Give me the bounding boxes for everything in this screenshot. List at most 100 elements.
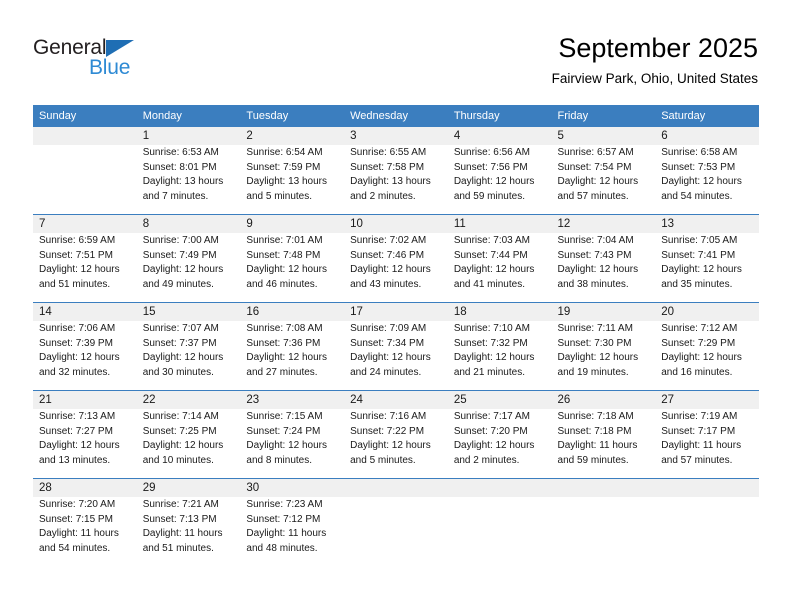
day-info-line: Sunset: 7:25 PM — [142, 425, 217, 437]
day-info: Sunrise: 7:03 AM Sunset: 7:44 PM Daylight:… — [447, 233, 552, 303]
day-number[interactable]: 11 — [447, 214, 552, 233]
day-info-line: Sunset: 7:43 PM — [557, 249, 632, 261]
day-info: Sunrise: 6:53 AM Sunset: 8:01 PM Daylight:… — [136, 145, 241, 215]
day-number[interactable]: 15 — [136, 302, 241, 321]
day-info-line: Sunset: 7:54 PM — [557, 161, 632, 173]
day-info-line: Sunset: 7:48 PM — [246, 249, 321, 261]
day-info-line: Sunrise: 7:20 AM — [39, 499, 116, 510]
week-daynumber-row: 28 29 30 — [33, 478, 759, 497]
day-info: Sunrise: 7:20 AM Sunset: 7:15 PM Daylight:… — [33, 497, 137, 566]
day-info-empty — [344, 497, 448, 566]
day-number[interactable]: 1 — [136, 127, 241, 145]
day-info-line: Sunrise: 6:55 AM — [350, 147, 427, 158]
day-number[interactable]: 30 — [240, 478, 345, 497]
day-info-line: Daylight: 12 hours — [246, 440, 328, 452]
day-info-line: and 59 minutes. — [557, 454, 629, 466]
day-info-empty — [655, 497, 759, 566]
day-number[interactable]: 19 — [551, 302, 656, 321]
day-number[interactable]: 22 — [136, 390, 241, 409]
calendar-body: 1 2 3 4 5 6 Sunrise: 6:53 AM Sunset: 8:01 PM Day… — [33, 127, 759, 566]
day-number[interactable]: 26 — [551, 390, 656, 409]
day-info-line: Sunset: 7:41 PM — [661, 249, 736, 261]
day-info-line: and 51 minutes. — [142, 542, 214, 554]
day-info-line: Sunset: 7:22 PM — [350, 425, 425, 437]
day-info-line: Sunset: 7:18 PM — [557, 425, 632, 437]
day-number[interactable]: 18 — [447, 302, 552, 321]
day-info-line: and 24 minutes. — [350, 366, 422, 378]
day-number[interactable]: 16 — [240, 302, 345, 321]
day-number[interactable]: 3 — [344, 127, 448, 145]
day-number[interactable]: 7 — [33, 214, 137, 233]
day-number[interactable]: 24 — [344, 390, 448, 409]
day-info-line: and 46 minutes. — [246, 278, 318, 290]
day-info-line: Daylight: 12 hours — [350, 352, 431, 364]
day-info-line: Sunrise: 7:16 AM — [350, 411, 427, 422]
day-number[interactable]: 29 — [136, 478, 241, 497]
day-info-line: Sunrise: 7:07 AM — [142, 323, 219, 334]
day-info-line: Daylight: 13 hours — [246, 176, 328, 188]
week-info-row: Sunrise: 6:59 AM Sunset: 7:51 PM Daylight:… — [33, 233, 759, 303]
day-number[interactable]: 17 — [344, 302, 448, 321]
column-header-saturday: Saturday — [655, 105, 759, 127]
day-info: Sunrise: 6:55 AM Sunset: 7:58 PM Daylight:… — [344, 145, 448, 215]
day-info: Sunrise: 7:05 AM Sunset: 7:41 PM Daylight:… — [655, 233, 759, 303]
day-info-line: Sunset: 8:01 PM — [142, 161, 217, 173]
day-info-line: Daylight: 12 hours — [557, 352, 639, 364]
day-info-line: Sunrise: 7:05 AM — [661, 235, 738, 246]
day-number[interactable]: 6 — [655, 127, 759, 145]
day-number[interactable]: 23 — [240, 390, 345, 409]
column-header-wednesday: Wednesday — [344, 105, 448, 127]
day-number[interactable]: 4 — [447, 127, 552, 145]
day-info-line: and 49 minutes. — [142, 278, 214, 290]
day-info: Sunrise: 6:56 AM Sunset: 7:56 PM Daylight:… — [447, 145, 552, 215]
day-info-line: Sunset: 7:17 PM — [661, 425, 736, 437]
column-header-monday: Monday — [136, 105, 241, 127]
day-number[interactable]: 28 — [33, 478, 137, 497]
day-info-line: and 8 minutes. — [246, 454, 313, 466]
day-number[interactable]: 25 — [447, 390, 552, 409]
day-info-line: Daylight: 13 hours — [142, 176, 224, 188]
day-info-line: Daylight: 12 hours — [453, 264, 535, 276]
day-info-line: Daylight: 12 hours — [39, 352, 120, 364]
day-number[interactable]: 21 — [33, 390, 137, 409]
day-info: Sunrise: 7:00 AM Sunset: 7:49 PM Daylight:… — [136, 233, 241, 303]
day-info-line: Sunrise: 7:04 AM — [557, 235, 634, 246]
day-info-line: and 54 minutes. — [661, 190, 733, 202]
day-info-line: and 43 minutes. — [350, 278, 422, 290]
day-info-line: Sunrise: 7:00 AM — [142, 235, 219, 246]
day-info-line: Sunset: 7:20 PM — [453, 425, 528, 437]
week-info-row: Sunrise: 7:13 AM Sunset: 7:27 PM Daylight:… — [33, 409, 759, 479]
day-info-line: Daylight: 12 hours — [142, 352, 224, 364]
general-blue-logo[interactable]: General Blue — [33, 36, 173, 82]
day-cell-empty — [447, 478, 552, 497]
day-cell-empty — [344, 478, 448, 497]
day-info: Sunrise: 7:12 AM Sunset: 7:29 PM Daylight:… — [655, 321, 759, 391]
day-info-line: and 35 minutes. — [661, 278, 733, 290]
day-number[interactable]: 14 — [33, 302, 137, 321]
day-number[interactable]: 8 — [136, 214, 241, 233]
day-number[interactable]: 27 — [655, 390, 759, 409]
day-info-line: Sunset: 7:12 PM — [246, 513, 321, 525]
day-info: Sunrise: 7:23 AM Sunset: 7:12 PM Daylight:… — [240, 497, 345, 566]
day-info: Sunrise: 7:14 AM Sunset: 7:25 PM Daylight:… — [136, 409, 241, 479]
day-info-line: Sunrise: 7:10 AM — [453, 323, 530, 334]
day-info-line: Daylight: 12 hours — [661, 176, 742, 188]
day-info-line: Sunrise: 6:56 AM — [453, 147, 530, 158]
day-info-line: Daylight: 12 hours — [142, 264, 224, 276]
day-number[interactable]: 9 — [240, 214, 345, 233]
column-header-thursday: Thursday — [447, 105, 552, 127]
day-info-line: and 57 minutes. — [661, 454, 733, 466]
day-info-line: and 27 minutes. — [246, 366, 318, 378]
day-info: Sunrise: 7:16 AM Sunset: 7:22 PM Daylight:… — [344, 409, 448, 479]
day-info: Sunrise: 7:15 AM Sunset: 7:24 PM Daylight:… — [240, 409, 345, 479]
day-number[interactable]: 20 — [655, 302, 759, 321]
day-info-line: and 51 minutes. — [39, 278, 111, 290]
day-number[interactable]: 2 — [240, 127, 345, 145]
day-number[interactable]: 12 — [551, 214, 656, 233]
day-info-line: and 32 minutes. — [39, 366, 111, 378]
day-number[interactable]: 10 — [344, 214, 448, 233]
day-number[interactable]: 13 — [655, 214, 759, 233]
day-info-line: Sunrise: 7:06 AM — [39, 323, 116, 334]
day-number[interactable]: 5 — [551, 127, 656, 145]
day-info-line: Sunset: 7:30 PM — [557, 337, 632, 349]
